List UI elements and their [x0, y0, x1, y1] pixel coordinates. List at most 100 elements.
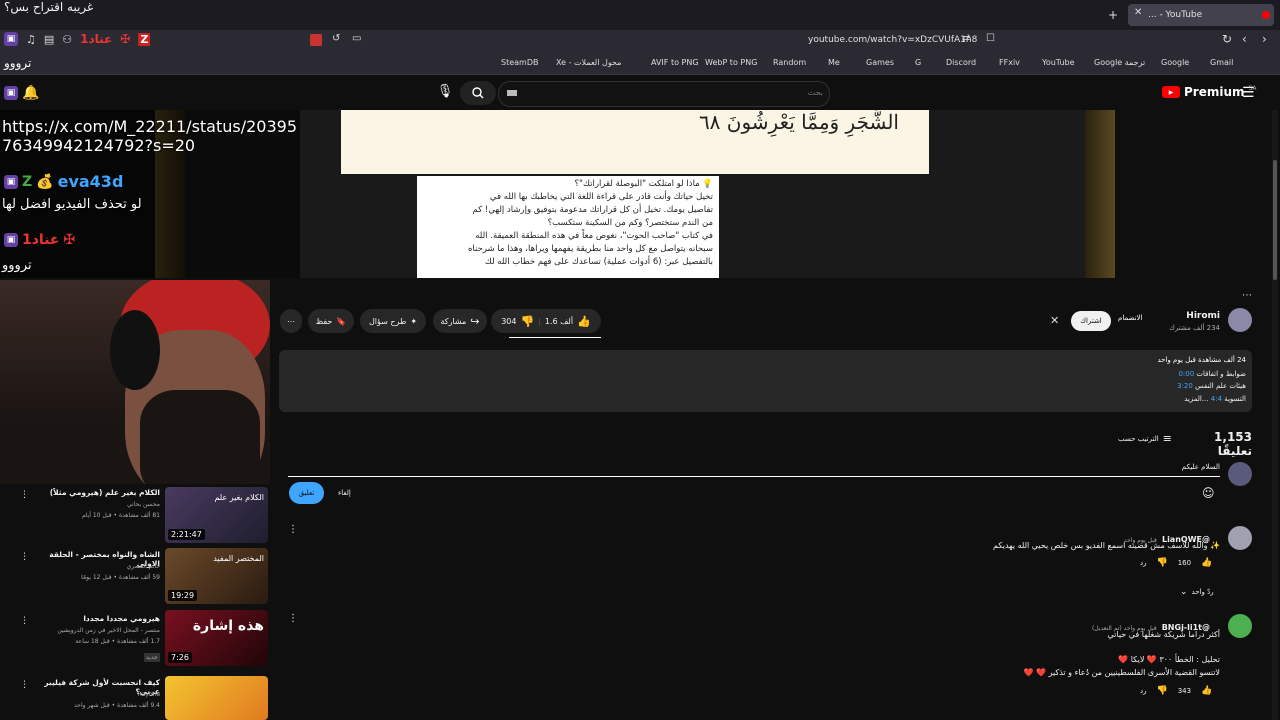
chat-url-line2: 7634994212479​2?s=20 — [2, 136, 196, 155]
subscribe-button[interactable]: اشتراك — [1071, 311, 1111, 331]
extensions-left: ▣ ♫ ▤ ⚇ عناد1 ✠ Z — [4, 32, 151, 46]
sort-label: الترتيب حسب — [1118, 434, 1159, 443]
close-tab-icon[interactable]: ✕ — [1134, 7, 1142, 18]
video-thumbnail[interactable]: الكلام بغير علم 2:21:47 — [165, 487, 268, 543]
like-icon[interactable]: 👍 — [1201, 686, 1212, 696]
close-icon[interactable]: ✕ — [1050, 314, 1059, 327]
video-channel[interactable]: Rayona — [30, 691, 160, 698]
bookmark-item[interactable]: AVIF to PNG — [651, 58, 699, 67]
bookmark-item[interactable]: YouTube — [1042, 58, 1075, 67]
description-box[interactable]: 24 ألف مشاهدة قبل يوم واحد ضوابط و اتفاق… — [279, 350, 1252, 412]
keyboard-icon[interactable] — [507, 90, 517, 96]
ask-label: طرح سؤال — [368, 316, 407, 326]
user-icon[interactable]: ⚇ — [62, 33, 72, 46]
video-edge-right — [1085, 110, 1115, 278]
dislike-icon[interactable]: 👎 — [1157, 686, 1168, 696]
save-button[interactable]: حفظ 🔖 — [308, 309, 354, 333]
comment-likes: 343 — [1177, 687, 1192, 695]
scrollbar-thumb[interactable] — [1273, 160, 1277, 280]
chapter-time[interactable]: 0:00 — [1178, 370, 1194, 378]
bookmark-item[interactable]: Xe - محول العملات — [556, 58, 621, 67]
reply-button[interactable]: رد — [1140, 559, 1147, 567]
new-tab-button[interactable]: + — [1108, 8, 1118, 22]
video-channel[interactable]: منتصر - المحل الاخير في زمن الدرويشين — [30, 627, 160, 634]
join-button[interactable]: الانضمام — [1118, 314, 1142, 322]
comment-menu-icon[interactable]: ⋮ — [288, 524, 298, 535]
search-button[interactable] — [460, 81, 496, 105]
video-thumbnail[interactable]: المختصر المفيد 19:29 — [165, 548, 268, 604]
sort-button[interactable]: الترتيب حسب ≡ — [1118, 432, 1172, 445]
chapter-title: هيئات علم النفس — [1195, 382, 1246, 390]
tab-icon[interactable]: ▤ — [44, 33, 54, 46]
overlay-line1: ترووو — [4, 56, 32, 70]
comment-avatar[interactable] — [1228, 526, 1252, 550]
video-thumbnail[interactable] — [165, 676, 268, 720]
bookmark-item[interactable]: Google — [1161, 58, 1189, 67]
video-menu-icon[interactable]: ⋮ — [20, 616, 29, 626]
comment-input[interactable]: السلام عليكم — [1100, 463, 1220, 471]
bookmark-item[interactable]: WebP to PNG — [705, 58, 757, 67]
bookmark-item[interactable]: Gmail — [1210, 58, 1233, 67]
channel-name[interactable]: Hiromi — [1160, 311, 1220, 321]
video-channel[interactable]: محسن بحاني — [30, 501, 160, 508]
reply-button[interactable]: رد — [1140, 687, 1147, 695]
dislike-icon[interactable]: 👎 — [1157, 558, 1168, 568]
music-icon[interactable]: ♫ — [26, 33, 36, 46]
chapter-title: التسوية — [1224, 395, 1246, 403]
bookmark-item[interactable]: Discord — [946, 58, 976, 67]
video-menu-icon[interactable]: ⋮ — [20, 680, 29, 690]
url-text[interactable]: youtube.com/watch?v=xDzCVUfA1n8 — [808, 35, 977, 45]
dislike-count[interactable]: 304 — [501, 317, 516, 326]
more-actions-button[interactable]: ⋯ — [280, 309, 302, 333]
replies-toggle[interactable]: ⌄ ردّ واحد — [1180, 587, 1214, 597]
cancel-comment-button[interactable]: إلغاء — [338, 489, 351, 497]
bookmark-item[interactable]: G — [915, 58, 921, 67]
bookmark-item[interactable]: Me — [828, 58, 840, 67]
video-menu-icon[interactable]: ⋮ — [20, 552, 29, 562]
bookmark-item[interactable]: Games — [866, 58, 894, 67]
comment-menu-icon[interactable]: ⋮ — [288, 613, 298, 624]
reload-icon[interactable]: ↻ — [1222, 32, 1232, 46]
more-icon[interactable]: ⋯ — [1242, 290, 1252, 301]
chapter-time[interactable]: 3:20 — [1177, 382, 1193, 390]
search-field[interactable]: بحث — [498, 81, 830, 107]
more-link[interactable]: ...المزيد — [1184, 395, 1208, 403]
bookmark-item[interactable]: Google ترجمة — [1094, 58, 1145, 67]
mic-icon[interactable]: 🎙 — [436, 84, 454, 102]
bell-icon[interactable]: 🔔 — [22, 85, 39, 101]
page-scrollbar[interactable] — [1272, 110, 1278, 720]
comment-avatar[interactable] — [1228, 614, 1252, 638]
tab-title: ... - YouTube — [1148, 10, 1203, 20]
submit-comment-button[interactable]: تعليق — [289, 482, 324, 504]
channel-avatar[interactable] — [1228, 308, 1252, 332]
chapter-time[interactable]: 4:4 — [1211, 395, 1222, 403]
back-icon[interactable]: ‹ — [1242, 32, 1247, 46]
settings-icon[interactable]: ⇄ — [962, 33, 970, 44]
video-menu-icon[interactable]: ⋮ — [20, 490, 29, 500]
ask-button[interactable]: طرح سؤال ✦ — [360, 309, 426, 333]
extension-icon[interactable] — [310, 34, 322, 46]
chat-user-row: ▣ Z 💰 eva43d — [4, 172, 123, 191]
bookmark-item[interactable]: SteamDB — [501, 58, 538, 67]
reader-icon[interactable]: ▭ — [352, 33, 361, 44]
video-title[interactable]: الكلام بغير علم (هيرومي مثلاً) — [30, 488, 160, 497]
share-button[interactable]: مشاركة ↪ — [433, 309, 487, 333]
reload-ext-icon[interactable]: ↺ — [332, 33, 340, 44]
bookmark-icon[interactable]: ☐ — [986, 33, 995, 44]
video-channel[interactable]: حاتم الشمري — [30, 563, 160, 570]
bookmark-item[interactable]: FFxiv — [999, 58, 1020, 67]
video-title[interactable]: هيرومي مجددا مجددا — [30, 614, 160, 623]
video-thumbnail[interactable]: هذه إشارة 7:26 — [165, 610, 268, 666]
like-icon[interactable]: 👍 — [1201, 558, 1212, 568]
forward-icon[interactable]: › — [1262, 32, 1267, 46]
chevron-down-icon: ⌄ — [1180, 587, 1188, 597]
bookmark-item[interactable]: Random — [773, 58, 806, 67]
webcam-headphones — [110, 310, 160, 390]
emoji-icon[interactable]: ☺ — [1202, 486, 1215, 500]
menu-icon[interactable]: ☰ — [1242, 85, 1255, 101]
dislike-icon[interactable]: 👎 — [520, 315, 534, 328]
like-count[interactable]: 1.6 ألف — [545, 317, 573, 326]
comment-actions: رد 👎 160 👍 — [1140, 558, 1212, 568]
like-icon[interactable]: 👍 — [577, 315, 591, 328]
tab-youtube[interactable]: ✕ ... - YouTube — [1128, 4, 1274, 26]
